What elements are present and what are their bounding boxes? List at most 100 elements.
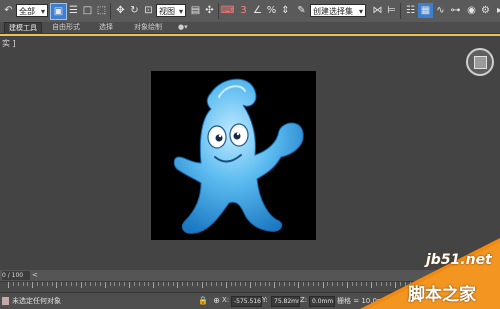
select-object-icon[interactable]: ▣: [50, 3, 67, 20]
track-tick: [220, 282, 222, 286]
track-tick: [66, 282, 68, 286]
manipulate-icon[interactable]: ✣: [202, 3, 217, 18]
angle-snap-icon[interactable]: ∠: [250, 3, 265, 18]
named-selection-set-dropdown[interactable]: 创建选择集: [310, 4, 366, 17]
track-tick: [259, 282, 261, 286]
track-tick: [312, 282, 314, 286]
rectangular-selection-icon[interactable]: □: [80, 3, 95, 18]
material-editor-icon[interactable]: ◉: [464, 3, 479, 18]
y-label: Y:: [262, 296, 268, 304]
track-tick: [27, 282, 29, 286]
track-tick: [341, 282, 343, 286]
spinner-snap-icon[interactable]: ⇕: [278, 3, 293, 18]
y-coordinate-field[interactable]: 75.82mm: [271, 296, 300, 307]
snaps-toggle-icon[interactable]: 3: [236, 3, 251, 18]
pivot-center-icon[interactable]: ▤: [188, 3, 203, 18]
render-icon[interactable]: ▸: [492, 3, 500, 18]
track-tick: [32, 282, 34, 288]
track-tick: [114, 282, 116, 286]
keyboard-shortcut-override-icon[interactable]: ⌨: [220, 3, 235, 18]
track-tick: [211, 282, 213, 286]
curve-editor-icon[interactable]: ∿: [433, 3, 448, 18]
track-tick: [317, 282, 319, 286]
x-coordinate-field[interactable]: -575.516mm: [231, 296, 262, 307]
z-coordinate-field[interactable]: 0.0mm: [309, 296, 335, 307]
track-tick: [264, 282, 266, 286]
track-tick: [283, 282, 285, 286]
tab-freeform[interactable]: 自由形式: [48, 22, 84, 33]
layer-manager-icon[interactable]: ☷: [403, 3, 418, 18]
ribbon-pin-icon[interactable]: ●▾: [174, 22, 192, 33]
select-and-move-icon[interactable]: ✥: [113, 3, 128, 18]
percent-snap-icon[interactable]: %: [264, 3, 279, 18]
track-tick: [75, 282, 77, 286]
track-tick: [177, 282, 179, 288]
track-tick: [148, 282, 150, 286]
lock-icon[interactable]: 🔒: [198, 296, 208, 305]
schematic-view-icon[interactable]: ⊶: [448, 3, 463, 18]
track-tick: [327, 282, 329, 286]
align-icon[interactable]: ⊨: [384, 3, 399, 18]
track-tick: [12, 282, 14, 286]
select-and-scale-icon[interactable]: ⊡: [141, 3, 156, 18]
site-watermark: jb51.net 脚本之家: [360, 238, 500, 309]
watermark-brand: 脚本之家: [408, 285, 476, 305]
track-tick: [153, 282, 155, 288]
track-tick: [225, 282, 227, 288]
watermark-site: jb51.net: [426, 252, 492, 268]
undo-icon[interactable]: ↶: [1, 3, 16, 18]
track-tick: [51, 282, 53, 286]
track-tick: [308, 282, 310, 286]
render-setup-icon[interactable]: ⚙: [478, 3, 493, 18]
select-and-rotate-icon[interactable]: ↻: [127, 3, 142, 18]
track-tick: [346, 282, 348, 288]
mirror-icon[interactable]: ⋈: [370, 3, 385, 18]
track-tick: [250, 282, 251, 288]
track-tick: [172, 282, 174, 286]
tab-object-paint[interactable]: 对象绘制: [130, 22, 166, 33]
status-color-swatch: [2, 297, 9, 305]
track-tick: [274, 282, 276, 288]
track-tick: [109, 282, 111, 286]
track-tick: [158, 282, 160, 286]
track-tick: [279, 282, 281, 286]
window-crossing-icon[interactable]: ⬚: [94, 3, 109, 18]
track-tick: [95, 282, 97, 286]
tab-modeling[interactable]: 建模工具: [4, 22, 42, 34]
track-tick: [99, 282, 101, 286]
track-tick: [41, 282, 43, 286]
perspective-viewport[interactable]: 实 ]: [0, 34, 500, 272]
mascot-image-plane[interactable]: [151, 71, 316, 240]
track-tick: [124, 282, 126, 286]
track-tick: [351, 282, 353, 286]
main-toolbar: ↶ 全部 ▣ ☰ □ ⬚ ✥ ↻ ⊡ 视图 ▤ ✣ ⌨ 3 ∠ % ⇕ ✎ 创建…: [0, 0, 500, 23]
track-tick: [182, 282, 184, 286]
track-tick: [303, 282, 305, 286]
tab-selection[interactable]: 选择: [95, 22, 117, 33]
graphite-ribbon-icon[interactable]: ▦: [418, 3, 433, 18]
track-tick: [61, 282, 63, 286]
track-tick: [187, 282, 189, 286]
viewcube-icon[interactable]: [466, 48, 494, 76]
prev-frame-button[interactable]: <: [32, 271, 39, 280]
track-tick: [201, 282, 203, 288]
track-tick: [143, 282, 145, 286]
track-tick: [119, 282, 121, 286]
selection-filter-dropdown[interactable]: 全部: [16, 4, 48, 17]
track-tick: [356, 282, 358, 286]
track-tick: [298, 282, 300, 288]
track-tick: [70, 282, 72, 286]
z-label: Z:: [300, 296, 308, 304]
viewport-label-menu[interactable]: 实 ]: [2, 38, 16, 49]
edit-named-selection-icon[interactable]: ✎: [294, 3, 309, 18]
track-tick: [254, 282, 256, 286]
frame-counter: 0 / 100: [2, 271, 30, 280]
reference-coordinate-dropdown[interactable]: 视图: [156, 4, 186, 17]
absolute-mode-icon[interactable]: ⊕: [212, 296, 221, 305]
track-tick: [17, 282, 19, 286]
select-by-name-icon[interactable]: ☰: [66, 3, 81, 18]
track-tick: [167, 282, 169, 286]
track-tick: [235, 282, 237, 286]
track-tick: [337, 282, 339, 286]
track-tick: [80, 282, 82, 288]
